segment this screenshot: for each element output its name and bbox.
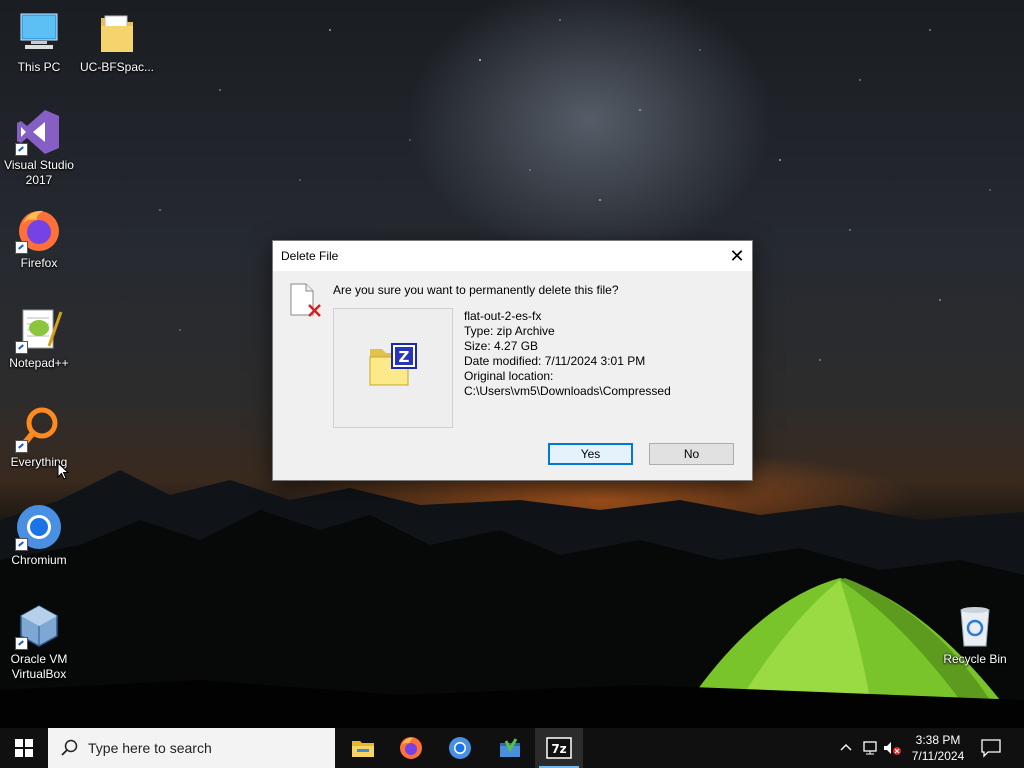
desktop-icon-label: Oracle VM VirtualBox [10, 652, 68, 681]
desktop-icon-chromium[interactable]: Chromium [0, 503, 78, 568]
confirmation-question: Are you sure you want to permanently del… [333, 283, 619, 297]
file-name: flat-out-2-es-fx [464, 309, 542, 323]
taskbar-chromium[interactable] [436, 728, 484, 768]
desktop-icon-label: Notepad++ [9, 356, 69, 370]
file-location: C:\Users\vm5\Downloads\Compressed [464, 384, 671, 398]
folder-icon [93, 10, 141, 58]
desktop-icon-visual-studio[interactable]: Visual Studio 2017 [0, 108, 78, 188]
desktop-icon-label: This PC [17, 60, 61, 74]
dialog-title: Delete File [281, 249, 339, 263]
zip-archive-icon: Z [369, 343, 417, 386]
clock-time: 3:38 PM [915, 733, 961, 747]
svg-text:Z: Z [399, 348, 410, 366]
shortcut-arrow-icon [15, 341, 28, 354]
desktop-icon-this-pc[interactable]: This PC [0, 10, 78, 75]
search-icon [61, 739, 78, 756]
desktop-icon-label: Recycle Bin [943, 652, 1007, 666]
file-explorer-icon [352, 741, 374, 757]
file-details: flat-out-2-es-fx Type: zip Archive Size:… [464, 309, 671, 399]
shortcut-arrow-icon [15, 637, 28, 650]
system-clock[interactable]: 3:38 PM 7/11/2024 [902, 732, 974, 764]
clock-date: 7/11/2024 [911, 749, 965, 763]
delete-document-icon [290, 283, 321, 317]
delete-file-dialog: Delete File ✕ Are you sure you want to p… [272, 240, 753, 481]
firefox-icon [15, 206, 63, 254]
7zip-label: 7z [551, 742, 566, 756]
desktop-icon-label: UC-BFSpac... [79, 60, 154, 74]
7zip-icon: 7z [546, 737, 572, 759]
network-icon[interactable] [862, 740, 880, 756]
file-type: Type: zip Archive [464, 324, 555, 338]
taskbar-search-box[interactable]: Type here to search [48, 728, 335, 768]
this-pc-icon [15, 10, 63, 58]
everything-search-icon [15, 405, 63, 453]
desktop-icon-firefox[interactable]: Firefox [0, 206, 78, 271]
file-date-modified: Date modified: 7/11/2024 3:01 PM [464, 354, 646, 368]
mouse-cursor-icon [57, 462, 69, 480]
file-size: Size: 4.27 GB [464, 339, 539, 353]
notepadpp-icon [15, 306, 63, 354]
volume-muted-icon[interactable] [882, 740, 902, 756]
taskbar-firefox[interactable] [387, 728, 435, 768]
taskbar: Type here to search 7z 3:38 PM 7/11/2024 [0, 728, 1024, 768]
desktop-icon-label: Chromium [11, 553, 67, 567]
desktop-icon-notepadpp[interactable]: Notepad++ [0, 306, 78, 371]
taskbar-7zip[interactable]: 7z [535, 728, 583, 768]
chromium-icon [449, 737, 471, 759]
firefox-icon [400, 737, 422, 759]
chromium-icon [15, 503, 63, 551]
visual-studio-icon [15, 108, 63, 156]
desktop-icon-uc-bfspac[interactable]: UC-BFSpac... [78, 10, 156, 75]
app-window-icon [500, 738, 520, 757]
desktop-icon-label: Visual Studio 2017 [4, 158, 74, 187]
notification-center-icon[interactable] [980, 738, 1002, 758]
shortcut-arrow-icon [15, 440, 28, 453]
yes-button[interactable]: Yes [548, 443, 633, 465]
close-icon[interactable]: ✕ [722, 241, 752, 271]
chevron-up-icon[interactable] [840, 742, 852, 752]
desktop-icon-recycle-bin[interactable]: Recycle Bin [936, 602, 1014, 667]
desktop-icon-everything[interactable]: Everything [0, 405, 78, 470]
search-placeholder: Type here to search [88, 740, 212, 756]
no-button[interactable]: No [649, 443, 734, 465]
desktop-icon-label: Firefox [20, 256, 58, 270]
dialog-titlebar[interactable]: Delete File ✕ [273, 241, 752, 271]
desktop-icon-virtualbox[interactable]: Oracle VM VirtualBox [0, 602, 78, 682]
shortcut-arrow-icon [15, 143, 28, 156]
shortcut-arrow-icon [15, 241, 28, 254]
file-preview: Z [333, 308, 453, 428]
shortcut-arrow-icon [15, 538, 28, 551]
taskbar-file-explorer[interactable] [339, 728, 387, 768]
file-location-label: Original location: [464, 369, 554, 383]
windows-logo-icon [15, 739, 33, 757]
taskbar-app-green[interactable] [486, 728, 534, 768]
recycle-bin-icon [951, 602, 999, 650]
start-button[interactable] [0, 728, 48, 768]
virtualbox-icon [15, 602, 63, 650]
